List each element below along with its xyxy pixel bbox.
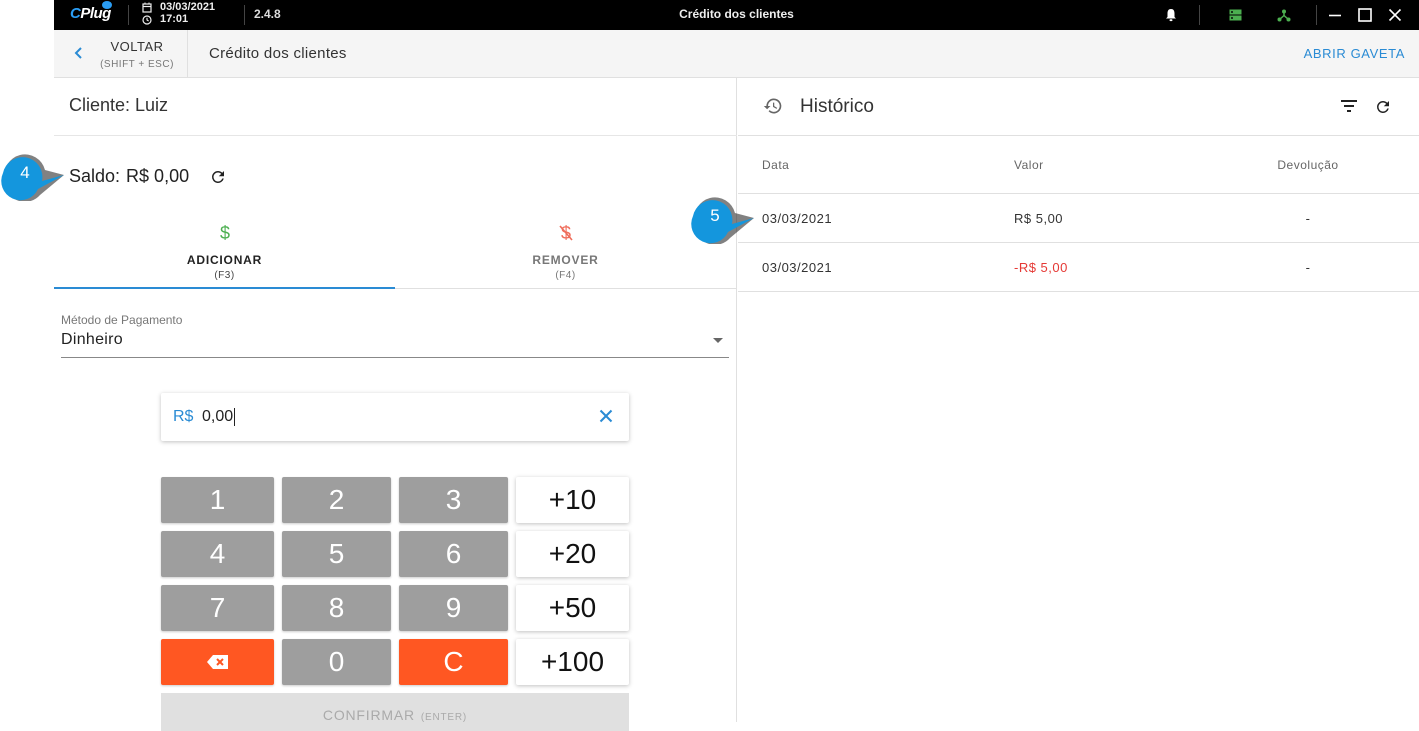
confirm-label: CONFIRMAR xyxy=(322,707,415,723)
history-icon xyxy=(763,98,782,114)
tab-remove[interactable]: $ REMOVER (F4) xyxy=(395,217,736,289)
amount-value: 0,00 xyxy=(202,408,236,426)
history-title: Histórico xyxy=(800,96,874,117)
history-table-header: Data Valor Devolução xyxy=(738,136,1419,194)
confirm-key-hint: (ENTER) xyxy=(420,712,468,723)
page-title: Crédito dos clientes xyxy=(209,45,347,62)
keypad-backspace[interactable] xyxy=(161,639,274,685)
datetime-display: 03/03/2021 17:01 xyxy=(142,1,215,25)
keypad-8[interactable]: 8 xyxy=(282,585,391,631)
time-text: 17:01 xyxy=(160,13,189,25)
tab-remove-label: REMOVER xyxy=(532,253,599,267)
column-header-refund: Devolução xyxy=(1277,158,1339,172)
network-icon[interactable] xyxy=(1275,6,1293,24)
table-row[interactable]: 03/03/2021 R$ 5,00 - xyxy=(738,194,1419,243)
tab-remove-key: (F4) xyxy=(555,270,576,281)
title-separator xyxy=(244,5,245,25)
server-icon[interactable] xyxy=(1226,6,1244,24)
dollar-icon: $ xyxy=(54,223,395,248)
keypad-0[interactable]: 0 xyxy=(282,639,391,685)
back-shortcut-hint: (SHIFT + ESC) xyxy=(100,59,174,70)
payment-method-value: Dinheiro xyxy=(61,331,123,348)
chevron-left-icon xyxy=(74,47,82,59)
filter-icon[interactable] xyxy=(1340,99,1358,118)
tab-add-key: (F3) xyxy=(214,270,235,281)
dropdown-arrow-icon xyxy=(713,338,723,343)
callout-badge-4: 4 xyxy=(1,154,64,201)
calendar-icon xyxy=(142,2,152,13)
refresh-history-icon[interactable] xyxy=(1374,98,1392,121)
row-date: 03/03/2021 xyxy=(762,211,833,226)
bell-icon[interactable] xyxy=(1162,6,1180,24)
refresh-balance-icon[interactable] xyxy=(209,168,227,186)
confirm-button[interactable]: CONFIRMAR (ENTER) xyxy=(161,693,629,731)
row-refund: - xyxy=(1305,211,1311,226)
credit-panel: Cliente: Luiz Saldo: R$ 0,00 $ ADICIONAR… xyxy=(54,78,737,731)
row-value: -R$ 5,00 xyxy=(1014,260,1068,275)
title-separator xyxy=(1316,5,1317,25)
clock-icon xyxy=(142,14,152,25)
payment-method-label: Método de Pagamento xyxy=(61,313,183,327)
title-separator xyxy=(1199,5,1200,25)
page-header: VOLTAR (SHIFT + ESC) Crédito dos cliente… xyxy=(54,30,1419,78)
keypad-plus-20[interactable]: +20 xyxy=(516,531,629,577)
keypad-9[interactable]: 9 xyxy=(399,585,508,631)
balance-display: Saldo: R$ 0,00 xyxy=(69,166,227,187)
close-icon[interactable] xyxy=(1386,6,1404,24)
row-refund: - xyxy=(1305,260,1311,275)
minimize-icon[interactable] xyxy=(1326,6,1344,24)
logo-badge-icon xyxy=(102,1,112,9)
history-header: Histórico xyxy=(738,78,1419,136)
date-text: 03/03/2021 xyxy=(160,1,216,13)
version-label: 2.4.8 xyxy=(254,7,281,21)
left-gutter xyxy=(0,0,54,722)
backspace-icon xyxy=(206,655,228,669)
keypad-5[interactable]: 5 xyxy=(282,531,391,577)
history-panel: Histórico Data Valor Devolução 03/03/202… xyxy=(738,78,1419,722)
divider xyxy=(54,135,737,136)
operation-tabs: $ ADICIONAR (F3) $ REMOVER (F4) xyxy=(54,217,737,289)
keypad-6[interactable]: 6 xyxy=(399,531,508,577)
keypad-plus-100[interactable]: +100 xyxy=(516,639,629,685)
column-header-date: Data xyxy=(762,158,790,172)
column-header-value: Valor xyxy=(1014,158,1044,172)
callout-number: 4 xyxy=(20,163,29,182)
maximize-icon[interactable] xyxy=(1356,6,1374,24)
keypad-plus-10[interactable]: +10 xyxy=(516,477,629,523)
row-date: 03/03/2021 xyxy=(762,260,833,275)
row-value: R$ 5,00 xyxy=(1014,211,1064,226)
keypad-plus-50[interactable]: +50 xyxy=(516,585,629,631)
title-bar: CPlug 03/03/2021 17:01 2.4.8 Crédito dos… xyxy=(54,0,1419,30)
amount-input[interactable]: R$ 0,00 xyxy=(161,393,629,441)
keypad-4[interactable]: 4 xyxy=(161,531,274,577)
balance-value: R$ 0,00 xyxy=(126,166,190,186)
callout-number: 5 xyxy=(710,206,719,225)
svg-text:$: $ xyxy=(219,223,229,243)
currency-prefix: R$ xyxy=(173,408,194,425)
dollar-off-icon: $ xyxy=(395,223,736,248)
title-separator xyxy=(128,5,129,25)
keypad-1[interactable]: 1 xyxy=(161,477,274,523)
balance-label: Saldo: xyxy=(69,166,121,186)
back-label: VOLTAR xyxy=(110,39,164,54)
tab-add-label: ADICIONAR xyxy=(186,253,263,267)
tab-add[interactable]: $ ADICIONAR (F3) xyxy=(54,217,395,289)
open-drawer-button[interactable]: ABRIR GAVETA xyxy=(1304,46,1405,61)
payment-method-select[interactable]: Método de Pagamento Dinheiro xyxy=(61,312,729,358)
back-button[interactable]: VOLTAR (SHIFT + ESC) xyxy=(54,30,188,78)
clear-amount-icon[interactable] xyxy=(597,407,615,430)
keypad-clear[interactable]: C xyxy=(399,639,508,685)
callout-badge-5: 5 xyxy=(691,197,754,244)
table-row[interactable]: 03/03/2021 -R$ 5,00 - xyxy=(738,243,1419,292)
keypad-2[interactable]: 2 xyxy=(282,477,391,523)
client-name: Cliente: Luiz xyxy=(69,95,169,115)
keypad-3[interactable]: 3 xyxy=(399,477,508,523)
keypad-7[interactable]: 7 xyxy=(161,585,274,631)
